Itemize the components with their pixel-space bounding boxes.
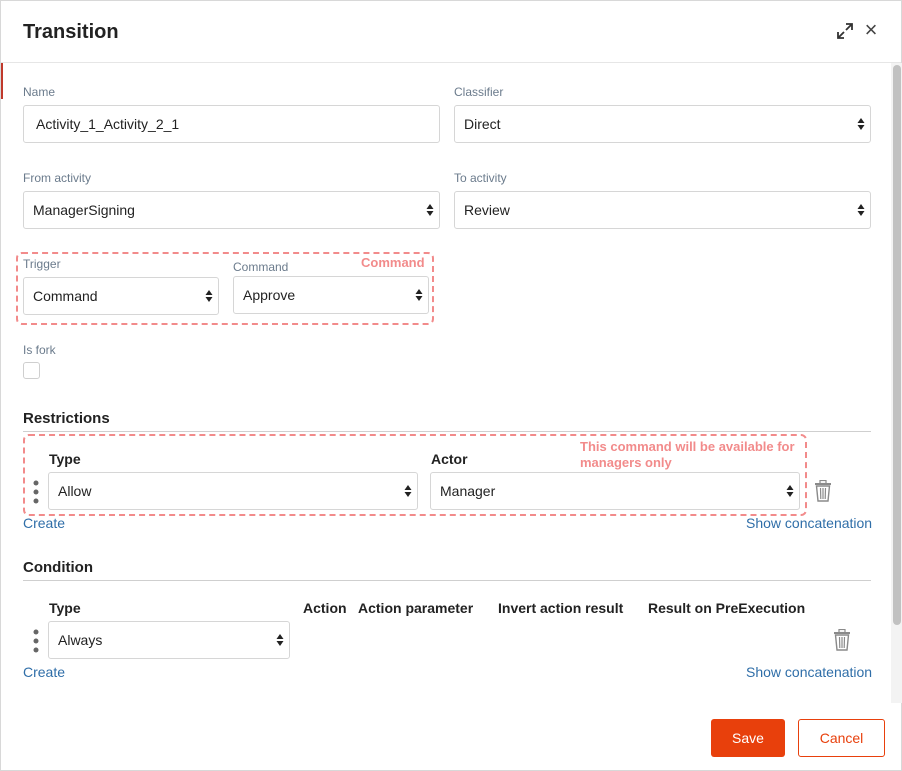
restriction-show-concatenation-link[interactable]: Show concatenation [746,515,872,531]
condition-type-select[interactable]: Always [48,621,290,659]
condition-type-header: Type [49,600,81,616]
condition-action-header: Action [303,600,347,616]
restriction-type-select[interactable]: Allow [48,472,418,510]
restriction-type-header: Type [49,451,81,467]
trigger-value: Command [33,288,98,304]
drag-handle-icon[interactable] [33,480,39,504]
condition-action-parameter-header: Action parameter [358,600,474,616]
select-arrows-icon [857,204,865,216]
restriction-annotation-line2: managers only [580,455,672,470]
condition-title: Condition [23,559,93,576]
select-arrows-icon [426,204,434,216]
left-accent-bar [1,63,3,99]
name-label: Name [23,85,56,99]
restriction-create-link[interactable]: Create [23,515,65,531]
cancel-button[interactable]: Cancel [798,719,885,757]
command-select[interactable]: Approve [233,276,429,314]
condition-preexecution-header: Result on PreExecution [648,600,806,616]
classifier-select[interactable]: Direct [454,105,871,143]
expand-arrows-icon[interactable] [835,21,855,41]
condition-divider [23,580,871,581]
to-activity-select[interactable]: Review [454,191,871,229]
restriction-type-value: Allow [58,483,92,499]
trash-icon[interactable] [814,480,832,502]
dialog-header: Transition × [1,1,901,63]
condition-type-value: Always [58,632,103,648]
name-input[interactable]: Activity_1_Activity_2_1 [23,105,440,143]
select-arrows-icon [276,634,284,646]
condition-create-link[interactable]: Create [23,664,65,680]
select-arrows-icon [786,485,794,497]
is-fork-label: Is fork [23,343,56,357]
command-label: Command [233,260,289,274]
command-value: Approve [243,287,296,303]
command-annotation-label: Command [361,255,425,270]
from-activity-select[interactable]: ManagerSigning [23,191,440,229]
trigger-label: Trigger [23,257,61,271]
to-activity-value: Review [464,202,510,218]
select-arrows-icon [404,485,412,497]
trigger-select[interactable]: Command [23,277,219,315]
classifier-label: Classifier [454,85,504,99]
classifier-value: Direct [464,116,501,132]
restriction-actor-value: Manager [440,483,496,499]
close-icon[interactable]: × [861,19,881,41]
transition-dialog: Transition × Name Activity_1_Activity_2_… [0,0,902,771]
restriction-actor-select[interactable]: Manager [430,472,800,510]
restriction-actor-header: Actor [431,451,468,467]
select-arrows-icon [415,289,423,301]
dialog-title: Transition [23,21,119,43]
trash-icon[interactable] [833,629,851,651]
drag-handle-icon[interactable] [33,629,39,653]
is-fork-checkbox[interactable] [23,362,40,379]
to-activity-label: To activity [454,171,507,185]
save-button[interactable]: Save [711,719,785,757]
from-activity-value: ManagerSigning [33,202,135,218]
restrictions-title: Restrictions [23,410,110,427]
from-activity-label: From activity [23,171,92,185]
scrollbar-thumb[interactable] [893,65,901,625]
condition-show-concatenation-link[interactable]: Show concatenation [746,664,872,680]
restrictions-divider [23,431,871,432]
condition-invert-header: Invert action result [498,600,624,616]
select-arrows-icon [857,118,865,130]
restriction-annotation-line1: This command will be available for [580,439,795,454]
select-arrows-icon [205,290,213,302]
